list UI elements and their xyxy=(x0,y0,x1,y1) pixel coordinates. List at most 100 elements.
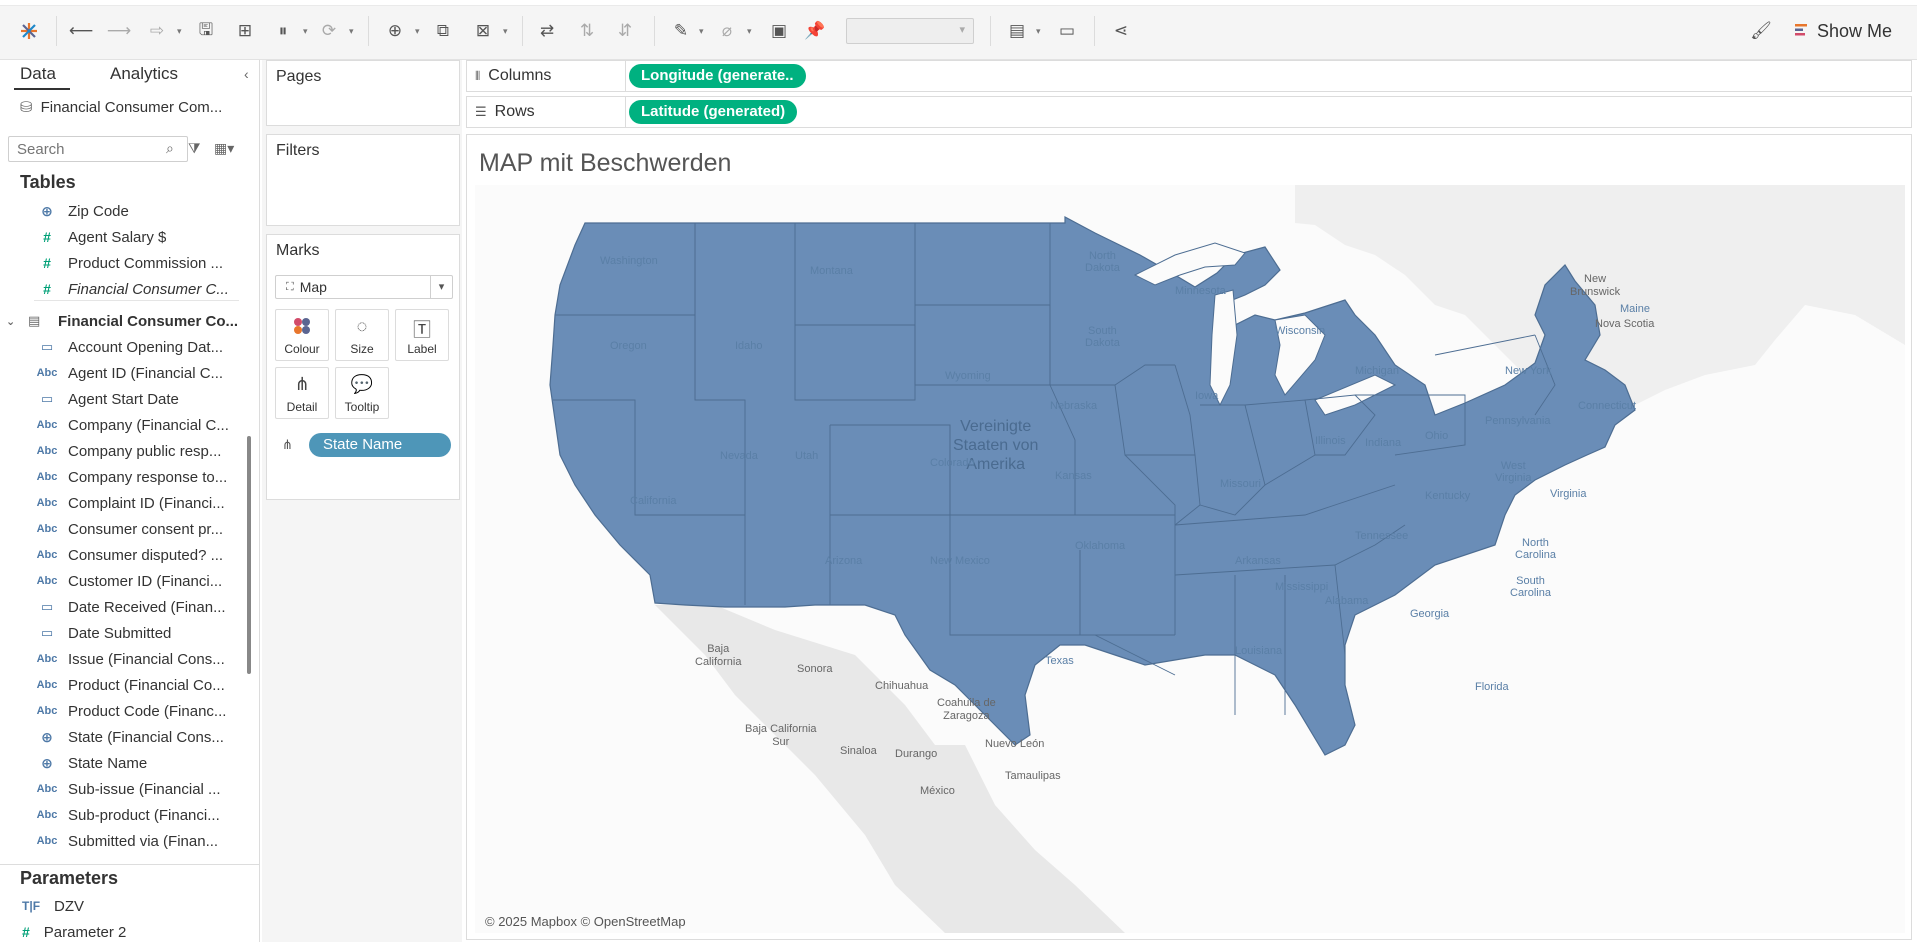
parameter-item[interactable]: # Parameter 2 xyxy=(0,920,259,942)
sort-descending-icon[interactable]: ⇵ xyxy=(612,18,638,44)
new-datasource-icon[interactable]: ⊞ xyxy=(232,18,258,44)
latitude-pill[interactable]: Latitude (generated) xyxy=(629,100,798,124)
view-options-icon[interactable]: ▦▾ xyxy=(214,140,234,157)
longitude-pill[interactable]: Longitude (generate.. xyxy=(629,64,806,88)
new-worksheet-icon[interactable]: ⊕ xyxy=(382,18,408,44)
tooltip-button[interactable]: 💬 Tooltip xyxy=(335,367,389,419)
chevron-down-icon[interactable]: ▾ xyxy=(503,26,508,37)
redo-icon[interactable]: ⟶ xyxy=(106,18,132,44)
refresh-icon[interactable]: ⟳ xyxy=(316,18,342,44)
tab-data[interactable]: Data xyxy=(14,64,70,90)
toolbar-separator xyxy=(522,16,523,46)
field-item[interactable]: ▭ Date Received (Finan... xyxy=(0,594,245,620)
group-icon[interactable]: ⌀ xyxy=(714,18,740,44)
highlight-icon[interactable]: ✎ xyxy=(668,18,694,44)
field-item[interactable]: Abc Company public resp... xyxy=(0,438,245,464)
chevron-down-icon[interactable]: ▾ xyxy=(177,26,182,37)
parameter-item[interactable]: T|F DZV xyxy=(0,894,259,918)
field-name: Agent Start Date xyxy=(68,390,179,408)
field-item[interactable]: # Product Commission ... xyxy=(0,250,245,276)
field-name: Agent Salary $ xyxy=(68,228,167,246)
field-item[interactable]: Abc Sub-product (Financi... xyxy=(0,802,245,828)
field-item[interactable]: Abc Agent ID (Financial C... xyxy=(0,360,245,386)
sort-ascending-icon[interactable]: ⇅ xyxy=(574,18,600,44)
field-item[interactable]: ⊕ State Name xyxy=(0,750,245,776)
show-me-button[interactable]: Show Me xyxy=(1795,18,1892,44)
field-item[interactable]: ⊕ State (Financial Cons... xyxy=(0,724,245,750)
replay-icon[interactable]: ⇨ xyxy=(144,18,170,44)
chevron-down-icon[interactable]: ▾ xyxy=(1036,26,1041,37)
pin-icon[interactable]: 📌 xyxy=(802,18,828,44)
fit-dropdown[interactable] xyxy=(846,18,974,44)
field-item[interactable]: Abc Issue (Financial Cons... xyxy=(0,646,245,672)
presentation-icon[interactable]: ▭ xyxy=(1054,18,1080,44)
search-input[interactable] xyxy=(8,136,188,162)
field-item[interactable]: # Financial Consumer C... xyxy=(0,276,245,302)
field-item[interactable]: Abc Sub-issue (Financial ... xyxy=(0,776,245,802)
paint-format-icon[interactable]: 🖌 xyxy=(1748,18,1774,44)
field-item[interactable]: Abc Product (Financial Co... xyxy=(0,672,245,698)
tab-analytics[interactable]: Analytics xyxy=(110,64,178,84)
state-label: Michigan xyxy=(1355,365,1400,377)
detail-button[interactable]: ⋔ Detail xyxy=(275,367,329,419)
swap-icon[interactable]: ⇄ xyxy=(534,18,560,44)
clear-sheet-icon[interactable]: ⊠ xyxy=(470,18,496,44)
undo-icon[interactable]: ⟵ xyxy=(68,18,94,44)
chevron-down-icon[interactable]: ▾ xyxy=(747,26,752,37)
chevron-down-icon[interactable]: ▾ xyxy=(415,26,420,37)
state-name-pill[interactable]: State Name xyxy=(309,433,451,457)
pages-shelf[interactable]: Pages xyxy=(266,60,460,126)
field-name: Issue (Financial Cons... xyxy=(68,650,225,668)
duplicate-icon[interactable]: ⧉ xyxy=(430,18,456,44)
field-item[interactable]: ⊕ Zip Code xyxy=(0,198,245,224)
field-item[interactable]: Abc Customer ID (Financi... xyxy=(0,568,245,594)
field-item[interactable]: ▭ Account Opening Dat... xyxy=(0,334,245,360)
field-item[interactable]: Abc Complaint ID (Financi... xyxy=(0,490,245,516)
field-item[interactable]: Abc Product Code (Financ... xyxy=(0,698,245,724)
map-view[interactable]: Vereinigte Staaten von Amerika © 2025 Ma… xyxy=(475,185,1905,933)
rows-shelf[interactable]: ☰ Rows Latitude (generated) xyxy=(466,96,1912,128)
field-item[interactable]: Abc Submitted via (Finan... xyxy=(0,828,245,854)
field-item[interactable]: # Agent Salary $ xyxy=(0,224,245,250)
chevron-down-icon[interactable]: ▾ xyxy=(699,26,704,37)
tableau-logo-icon[interactable] xyxy=(16,18,42,44)
field-name: Company public resp... xyxy=(68,442,222,460)
viz-title[interactable]: MAP mit Beschwerden xyxy=(479,149,731,178)
share-icon[interactable]: ⋖ xyxy=(1108,18,1134,44)
field-item[interactable]: Abc Consumer consent pr... xyxy=(0,516,245,542)
field-item[interactable]: Abc Company response to... xyxy=(0,464,245,490)
chevron-down-icon[interactable]: ▾ xyxy=(349,26,354,37)
viz-pane: MAP mit Beschwerden Vereinigte Staaten v… xyxy=(466,134,1912,940)
pause-updates-icon[interactable]: ⏸ xyxy=(270,18,296,44)
map-canvas[interactable] xyxy=(475,185,1905,933)
field-name: Zip Code xyxy=(68,202,129,220)
marks-card: Marks ⛶ Map ▾ Colour ◌ Size 🅃 Label ⋔ De… xyxy=(266,234,460,500)
mark-type-dropdown[interactable]: ⛶ Map ▾ xyxy=(275,275,453,299)
chevron-down-icon[interactable]: ▾ xyxy=(303,26,308,37)
chevron-down-icon[interactable]: ⌄ xyxy=(6,315,20,328)
size-button[interactable]: ◌ Size xyxy=(335,309,389,361)
collapse-icon[interactable]: ‹ xyxy=(244,66,249,82)
colour-button[interactable]: Colour xyxy=(275,309,329,361)
show-labels-icon[interactable]: ▣ xyxy=(766,18,792,44)
columns-shelf[interactable]: ⦀ Columns Longitude (generate.. xyxy=(466,60,1912,92)
pages-title: Pages xyxy=(276,68,322,85)
datasource-item[interactable]: ⛁ Financial Consumer Com... xyxy=(20,98,222,117)
table-header[interactable]: ⌄ ▤ Financial Consumer Co... xyxy=(0,308,245,334)
label-button[interactable]: 🅃 Label xyxy=(395,309,449,361)
geo-type-icon: ⊕ xyxy=(41,754,53,771)
filters-shelf[interactable]: Filters xyxy=(266,134,460,226)
field-item[interactable]: Abc Company (Financial C... xyxy=(0,412,245,438)
field-item[interactable]: ▭ Date Submitted xyxy=(0,620,245,646)
field-item[interactable]: Abc Consumer disputed? ... xyxy=(0,542,245,568)
field-item[interactable]: ▭ Agent Start Date xyxy=(0,386,245,412)
state-label: Louisiana xyxy=(1235,645,1283,657)
region-label: Sonora xyxy=(797,663,833,675)
filter-icon[interactable]: ⧩ xyxy=(188,140,201,157)
scrollbar[interactable] xyxy=(247,436,251,674)
search-icon[interactable]: ⌕ xyxy=(166,140,174,157)
show-cards-icon[interactable]: ▤ xyxy=(1004,18,1030,44)
abc-type-icon: Abc xyxy=(36,497,58,509)
save-icon[interactable]: 🖫 xyxy=(193,18,219,44)
measure-type-icon: # xyxy=(43,281,51,297)
